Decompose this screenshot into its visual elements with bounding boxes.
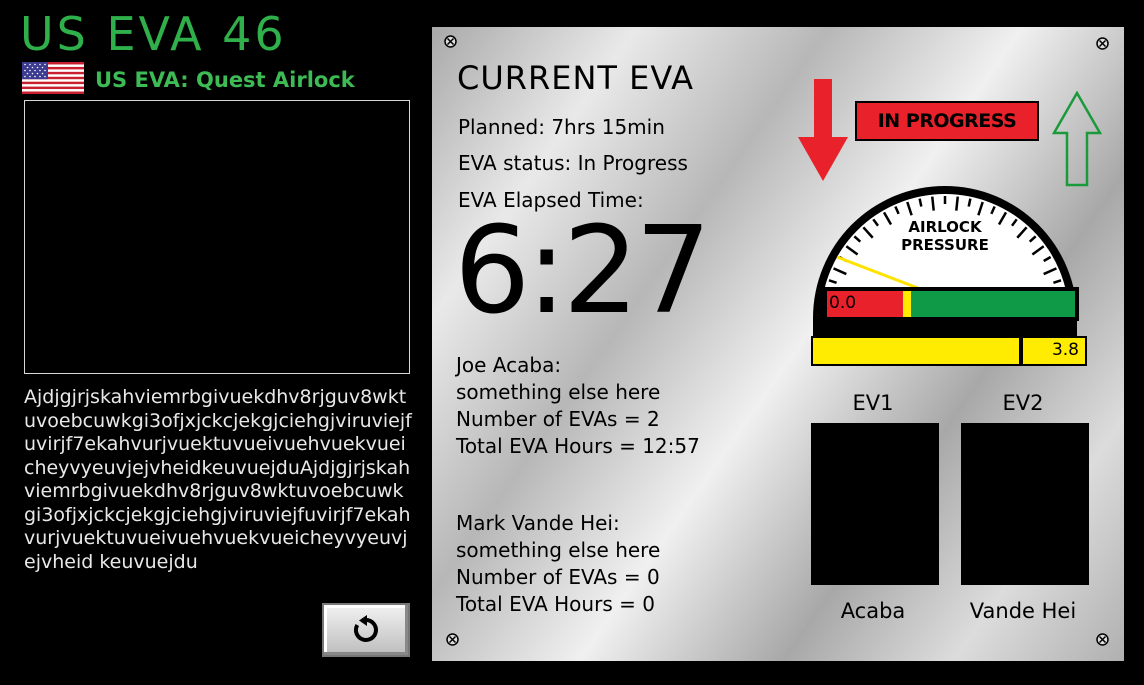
crew2-evas: Number of EVAs = 0 bbox=[456, 565, 660, 589]
planned-duration: Planned: 7hrs 15min bbox=[458, 115, 665, 139]
crew2-name: Mark Vande Hei: bbox=[456, 511, 620, 535]
refresh-icon bbox=[353, 615, 378, 642]
crew1-name: Joe Acaba: bbox=[456, 353, 562, 377]
airlock-pressure-gauge: AIRLOCK PRESSURE 0 15 bbox=[813, 186, 1077, 348]
status-badge: IN PROGRESS bbox=[855, 101, 1039, 141]
ev1-camera bbox=[811, 423, 939, 585]
ev1-name: Acaba bbox=[840, 599, 906, 623]
current-eva-panel: CURRENT EVA Planned: 7hrs 15min EVA stat… bbox=[432, 27, 1124, 661]
video-feed bbox=[24, 100, 410, 374]
mission-title: US EVA 46 bbox=[20, 7, 287, 61]
gauge-tick bbox=[918, 198, 923, 207]
panel-heading: CURRENT EVA bbox=[457, 59, 695, 97]
elapsed-time: 6:27 bbox=[454, 202, 711, 341]
ev2-label: EV2 bbox=[1002, 391, 1044, 415]
us-flag-icon bbox=[22, 62, 84, 94]
crew2-hours: Total EVA Hours = 0 bbox=[456, 592, 655, 616]
refresh-button[interactable] bbox=[322, 603, 410, 657]
crew1-evas: Number of EVAs = 2 bbox=[456, 407, 660, 431]
ev2-camera bbox=[961, 423, 1089, 585]
crew1-note: something else here bbox=[456, 380, 661, 404]
gauge-label-2: PRESSURE bbox=[901, 236, 989, 254]
arrow-down-icon bbox=[798, 79, 848, 181]
airlock-subtitle: US EVA: Quest Airlock bbox=[95, 68, 355, 92]
ev2-name: Vande Hei bbox=[969, 599, 1077, 623]
gauge-tick bbox=[931, 196, 935, 211]
scroll-text: Ajdjgjrjskahviemrbgivuekdhv8rjguv8wktuvo… bbox=[24, 386, 412, 573]
screw-icon bbox=[446, 633, 459, 646]
pressure-bar: 0.0 bbox=[819, 287, 1079, 321]
secondary-value: 3.8 bbox=[1051, 340, 1079, 360]
gauge-tick bbox=[967, 198, 972, 207]
screw-icon bbox=[444, 35, 457, 48]
secondary-bar: 3.8 bbox=[811, 336, 1087, 366]
eva-status: EVA status: In Progress bbox=[458, 151, 688, 175]
gauge-tick bbox=[955, 196, 959, 211]
crew2-note: something else here bbox=[456, 538, 661, 562]
ev1-label: EV1 bbox=[852, 391, 894, 415]
screw-icon bbox=[1096, 633, 1109, 646]
pressure-value: 0.0 bbox=[829, 293, 857, 313]
screw-icon bbox=[1096, 37, 1109, 50]
gauge-label-1: AIRLOCK bbox=[908, 218, 983, 236]
crew1-hours: Total EVA Hours = 12:57 bbox=[456, 434, 700, 458]
